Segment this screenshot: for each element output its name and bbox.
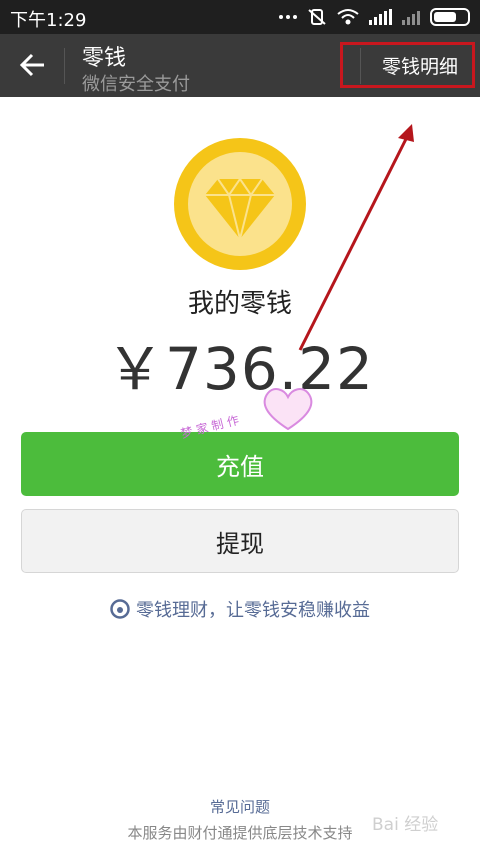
wealth-promo-link[interactable]: 零钱理财，让零钱安稳赚收益 <box>0 596 480 622</box>
app-header: 零钱 微信安全支付 零钱明细 <box>0 34 480 97</box>
wealth-promo-text: 零钱理财，让零钱安稳赚收益 <box>136 600 370 621</box>
back-arrow-icon[interactable] <box>18 50 48 80</box>
diamond-coin-icon <box>174 138 306 270</box>
withdraw-button-label: 提现 <box>216 529 264 558</box>
more-notifications-icon <box>279 15 297 19</box>
topup-button-label: 充值 <box>216 452 264 481</box>
signal-2-icon <box>402 9 420 25</box>
header-divider <box>64 48 65 84</box>
baidu-watermark: Bai 经验 <box>372 815 439 835</box>
balance-detail-link[interactable]: 零钱明细 <box>340 42 475 88</box>
status-time: 下午1:29 <box>10 10 87 31</box>
vibrate-off-icon <box>308 9 326 25</box>
status-icons <box>279 7 470 27</box>
status-bar: 下午1:29 <box>0 0 480 34</box>
signal-icon <box>369 9 392 25</box>
battery-icon <box>430 8 470 26</box>
page-title: 零钱 <box>82 46 127 71</box>
balance-label: 我的零钱 <box>187 289 292 319</box>
page-subtitle: 微信安全支付 <box>82 74 190 95</box>
topup-button[interactable]: 充值 <box>21 432 459 496</box>
balance-amount: ￥736.22 <box>106 335 374 403</box>
wealth-icon <box>110 599 130 619</box>
heart-stamp-icon <box>263 388 313 431</box>
balance-detail-label: 零钱明细 <box>381 55 458 78</box>
wifi-icon <box>337 9 359 25</box>
withdraw-button[interactable]: 提现 <box>21 509 459 573</box>
